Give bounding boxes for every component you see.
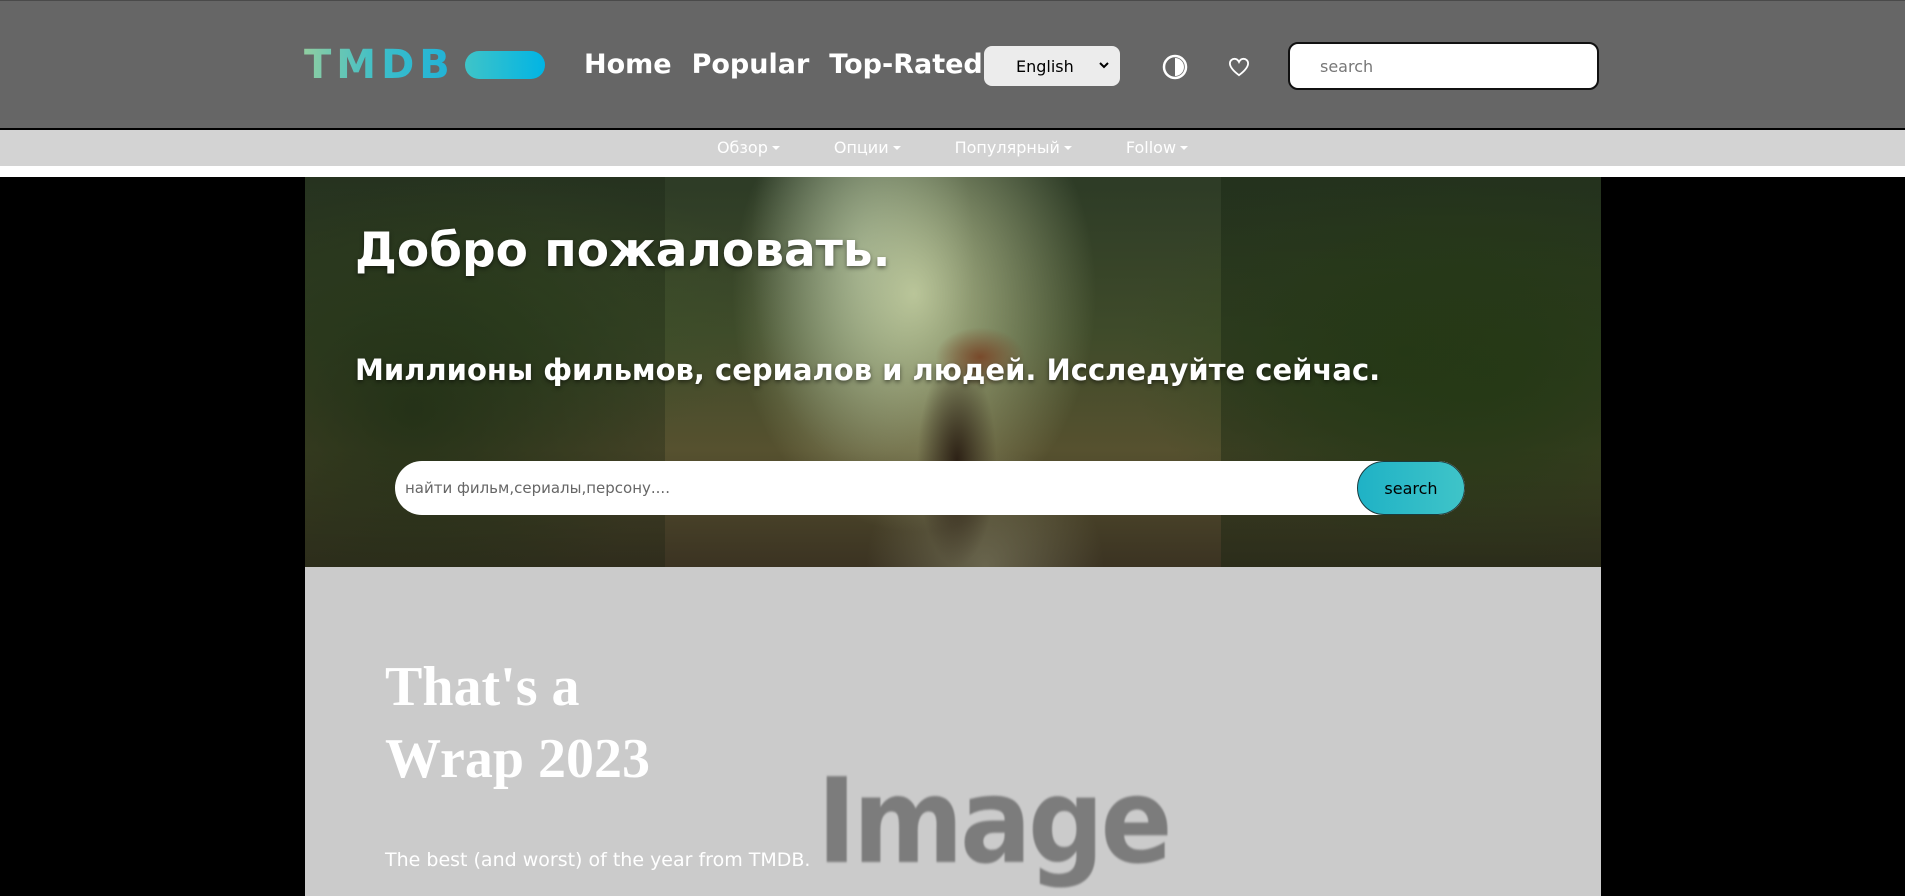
sub-nav: Обзор Опции Популярный Follow: [0, 130, 1905, 166]
subnav-options-label: Опции: [833, 138, 889, 157]
main-nav: Home Popular Top-Rated: [584, 45, 983, 85]
hero-search-bar: search: [395, 461, 1465, 515]
nav-popular-link[interactable]: Popular: [692, 45, 810, 85]
hero-subtitle: Миллионы фильмов, сериалов и людей. Иссл…: [355, 353, 1381, 387]
wrap-2023-banner[interactable]: That's a Wrap 2023 Image The best (and w…: [305, 567, 1601, 896]
wrap-description: The best (and worst) of the year from TM…: [385, 849, 811, 871]
divider: [0, 166, 1905, 177]
subnav-follow-label: Follow: [1125, 138, 1177, 157]
caret-down-icon: [892, 146, 901, 150]
caret-down-icon: [1180, 146, 1189, 150]
caret-down-icon: [1063, 146, 1072, 150]
wrap-title: That's a Wrap 2023: [385, 656, 650, 790]
contrast-icon[interactable]: [1162, 54, 1188, 80]
logo-pill-shape: [464, 51, 545, 79]
nav-top-rated-link[interactable]: Top-Rated: [829, 45, 982, 85]
hero-title: Добро пожаловать.: [355, 223, 891, 278]
hero-search-button[interactable]: search: [1357, 461, 1465, 515]
subnav-overview-label: Обзор: [716, 138, 768, 157]
subnav-overview-dropdown[interactable]: Обзор: [690, 130, 807, 166]
language-select-value: English: [1016, 56, 1074, 76]
caret-down-icon: [771, 146, 780, 150]
hero-banner: Добро пожаловать. Миллионы фильмов, сери…: [305, 177, 1601, 567]
heart-icon[interactable]: [1226, 54, 1252, 80]
tmdb-logo[interactable]: TMDB: [304, 43, 545, 87]
chevron-down-icon: [1098, 59, 1110, 74]
logo-text: TMDB: [304, 42, 455, 88]
nav-home-link[interactable]: Home: [584, 45, 672, 85]
subnav-follow-dropdown[interactable]: Follow: [1099, 130, 1215, 166]
language-select[interactable]: English: [984, 46, 1120, 86]
placeholder-image: Image: [817, 752, 1172, 890]
subnav-options-dropdown[interactable]: Опции: [807, 130, 928, 166]
top-header: TMDB Home Popular Top-Rated English: [0, 0, 1905, 128]
subnav-popular-dropdown[interactable]: Популярный: [928, 130, 1099, 166]
hero-search-input[interactable]: [395, 461, 1355, 515]
subnav-popular-label: Популярный: [954, 138, 1060, 157]
header-search-input[interactable]: [1288, 42, 1599, 90]
